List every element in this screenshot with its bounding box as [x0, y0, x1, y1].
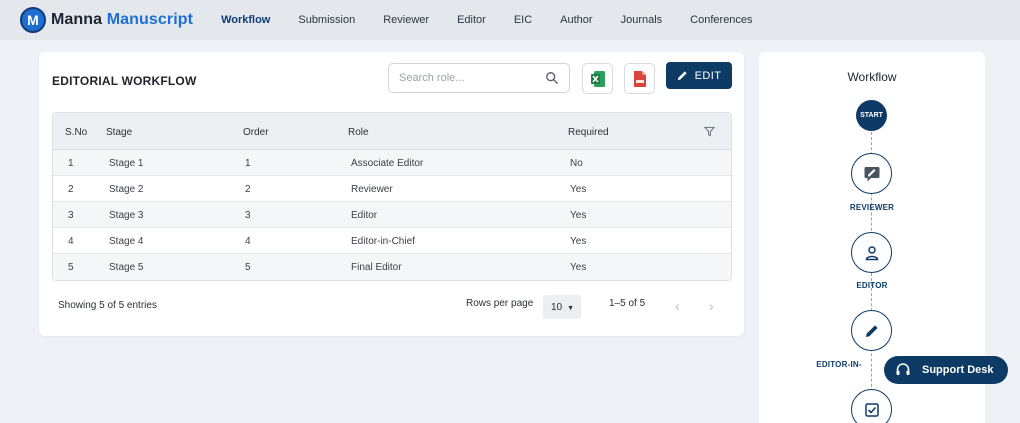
brand-logo-icon: M — [20, 7, 46, 33]
filter-icon[interactable] — [704, 126, 715, 137]
cell-role: Editor-in-Chief — [351, 236, 415, 247]
nav-item-editor[interactable]: Editor — [457, 14, 486, 26]
cell-role: Associate Editor — [351, 158, 424, 169]
top-nav: M Manna Manuscript Workflow Submission R… — [0, 0, 1020, 40]
workflow-node-reviewer[interactable] — [851, 153, 892, 194]
edit-button-label: EDIT — [694, 69, 722, 82]
cell-required: Yes — [570, 184, 587, 195]
cell-stage: Stage 1 — [109, 158, 144, 169]
rows-per-page-value: 10 — [551, 301, 563, 313]
cell-stage: Stage 2 — [109, 184, 144, 195]
column-header-sno[interactable]: S.No — [65, 127, 87, 138]
nav-item-eic[interactable]: EIC — [514, 14, 532, 26]
brand[interactable]: M Manna Manuscript — [20, 7, 193, 33]
pencil-icon — [865, 324, 878, 337]
nav-item-submission[interactable]: Submission — [298, 14, 355, 26]
pencil-icon — [677, 71, 687, 81]
search-input[interactable]: Search role... — [388, 63, 570, 93]
table-body: 1 Stage 1 1 Associate Editor No 2 Stage … — [53, 150, 731, 280]
nav-item-journals[interactable]: Journals — [621, 14, 663, 26]
nav-item-author[interactable]: Author — [560, 14, 592, 26]
nav-item-conferences[interactable]: Conferences — [690, 14, 752, 26]
workflow-node-editor[interactable] — [851, 232, 892, 273]
table-row[interactable]: 5 Stage 5 5 Final Editor Yes — [53, 254, 731, 280]
workflow-step-label: EDITOR — [856, 281, 888, 290]
support-desk-label: Support Desk — [922, 364, 994, 376]
page-title: EDITORIAL WORKFLOW — [52, 74, 197, 88]
support-desk-button[interactable]: Support Desk — [884, 356, 1008, 384]
table-row[interactable]: 2 Stage 2 2 Reviewer Yes — [53, 176, 731, 202]
cell-stage: Stage 5 — [109, 262, 144, 273]
workflow-start-node: START — [856, 100, 887, 131]
cell-sno: 5 — [68, 262, 74, 273]
cell-role: Editor — [351, 210, 378, 221]
cell-role: Final Editor — [351, 262, 402, 273]
workflow-node-editor-in-chief[interactable] — [851, 310, 892, 351]
export-pdf-button[interactable] — [624, 63, 655, 94]
pagination-range: 1–5 of 5 — [609, 298, 646, 309]
search-placeholder: Search role... — [399, 72, 465, 84]
table-row[interactable]: 4 Stage 4 4 Editor-in-Chief Yes — [53, 228, 731, 254]
cell-order: 3 — [245, 210, 251, 221]
table-header: S.No Stage Order Role Required — [53, 113, 731, 150]
edit-button[interactable]: EDIT — [666, 62, 732, 89]
cell-order: 2 — [245, 184, 251, 195]
cell-order: 1 — [245, 158, 251, 169]
pdf-icon — [633, 70, 646, 87]
column-header-required[interactable]: Required — [568, 127, 609, 138]
cell-required: No — [570, 158, 583, 169]
cell-stage: Stage 4 — [109, 236, 144, 247]
cell-sno: 4 — [68, 236, 74, 247]
cell-required: Yes — [570, 262, 587, 273]
checkbox-icon — [864, 402, 879, 417]
brand-name: Manna Manuscript — [51, 11, 193, 29]
cell-sno: 2 — [68, 184, 74, 195]
column-header-role[interactable]: Role — [348, 127, 369, 138]
previous-page-button[interactable]: ‹ — [675, 298, 680, 314]
cell-order: 4 — [245, 236, 251, 247]
table-row[interactable]: 1 Stage 1 1 Associate Editor No — [53, 150, 731, 176]
cell-required: Yes — [570, 236, 587, 247]
workflow-panel-title: Workflow — [847, 70, 897, 84]
table-row[interactable]: 3 Stage 3 3 Editor Yes — [53, 202, 731, 228]
workflow-step-label: REVIEWER — [849, 203, 895, 212]
search-icon — [546, 72, 558, 84]
brand-name-part2: Manuscript — [106, 11, 194, 28]
cell-required: Yes — [570, 210, 587, 221]
caret-down-icon: ▼ — [567, 304, 575, 312]
cell-order: 5 — [245, 262, 251, 273]
nav-menu: Workflow Submission Reviewer Editor EIC … — [221, 14, 780, 26]
review-icon — [864, 166, 879, 181]
brand-name-part1: Manna — [51, 11, 103, 28]
cell-sno: 3 — [68, 210, 74, 221]
rows-per-page-label: Rows per page — [466, 298, 534, 309]
workflow-table: S.No Stage Order Role Required 1 Stage 1… — [52, 112, 732, 281]
cell-sno: 1 — [68, 158, 74, 169]
entries-count: Showing 5 of 5 entries — [58, 300, 157, 311]
export-excel-button[interactable] — [582, 63, 613, 94]
excel-icon — [590, 70, 605, 87]
rows-per-page-select[interactable]: 10 ▼ — [543, 295, 581, 319]
headset-icon — [896, 363, 910, 375]
column-header-stage[interactable]: Stage — [106, 127, 132, 138]
nav-item-workflow[interactable]: Workflow — [221, 14, 270, 26]
workflow-node-final-editor[interactable] — [851, 389, 892, 423]
cell-stage: Stage 3 — [109, 210, 144, 221]
next-page-button[interactable]: › — [709, 298, 714, 314]
workflow-table-card: EDITORIAL WORKFLOW Search role... EDIT S… — [39, 52, 744, 336]
column-header-order[interactable]: Order — [243, 127, 269, 138]
person-icon — [865, 245, 878, 260]
cell-role: Reviewer — [351, 184, 393, 195]
nav-item-reviewer[interactable]: Reviewer — [383, 14, 429, 26]
